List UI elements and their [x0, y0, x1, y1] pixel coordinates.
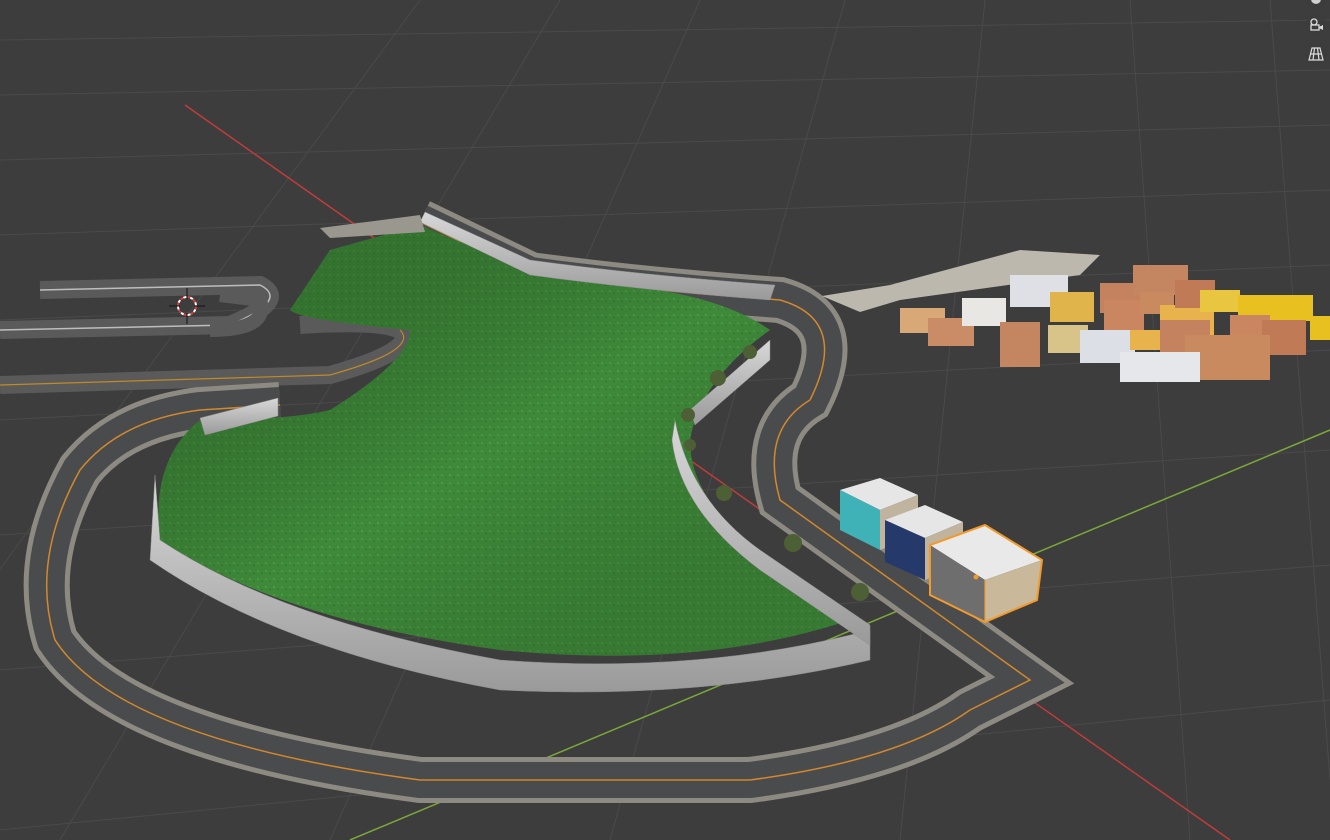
3d-viewport[interactable]: [0, 0, 1330, 840]
camera-view-icon[interactable]: [1305, 14, 1327, 36]
perspective-grid-icon[interactable]: [1305, 43, 1327, 65]
scene-canvas[interactable]: [0, 0, 1330, 840]
building-cluster[interactable]: [822, 250, 1330, 382]
origin-point: [973, 574, 979, 580]
